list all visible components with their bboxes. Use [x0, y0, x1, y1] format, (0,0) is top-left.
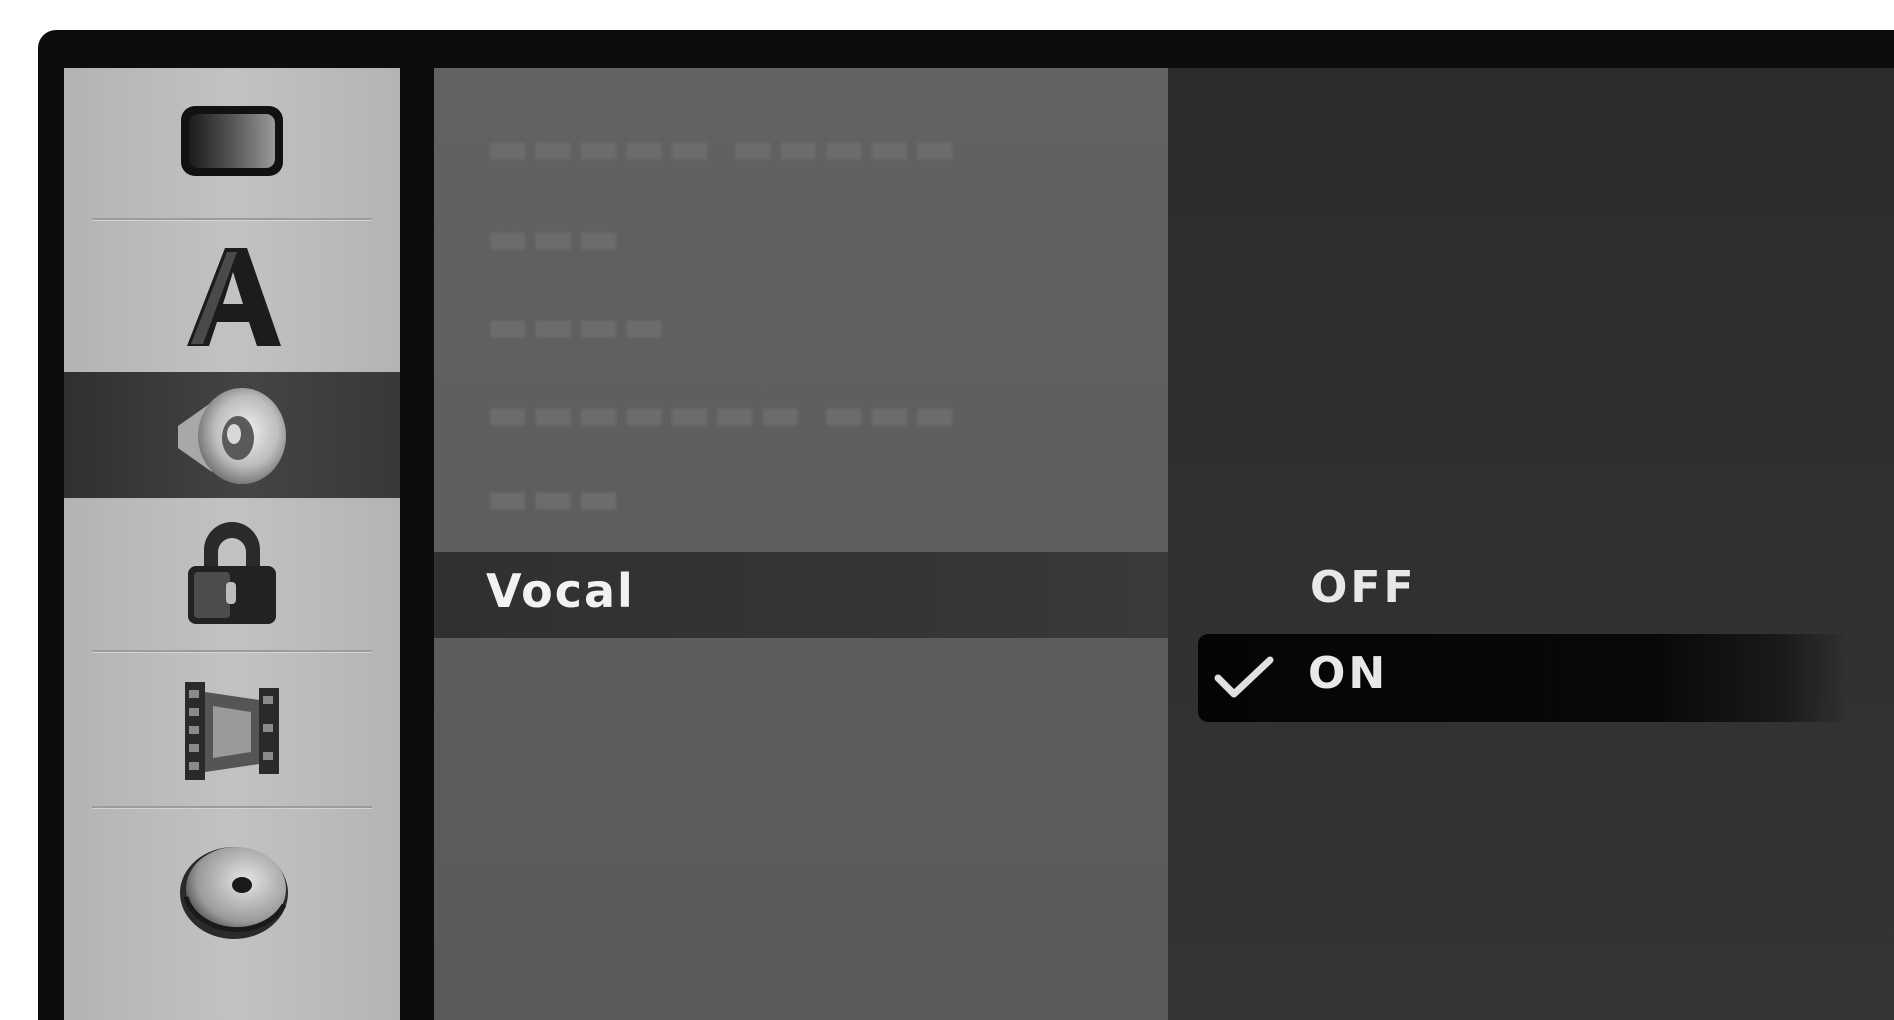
sidebar-divider	[92, 650, 372, 653]
sidebar-divider	[92, 218, 372, 221]
menu-item-1[interactable]: ▬▬▬▬▬ ▬▬▬▬▬	[486, 120, 959, 174]
option-on[interactable]: ON	[1198, 634, 1848, 722]
menu-item-2[interactable]: ▬▬▬	[486, 210, 622, 264]
option-on-label: ON	[1308, 648, 1389, 699]
checkmark-icon	[1214, 656, 1274, 698]
sidebar-divider	[92, 806, 372, 809]
option-value-panel	[1168, 68, 1894, 1020]
speaker-audio-icon	[178, 388, 286, 484]
tv-screen-icon	[181, 106, 283, 176]
menu-item-4[interactable]: ▬▬▬▬▬▬▬ ▬▬▬	[486, 386, 959, 440]
option-off[interactable]: OFF	[1310, 562, 1417, 613]
settings-list-panel: ▬▬▬▬▬ ▬▬▬▬▬ ▬▬▬ ▬▬▬▬ ▬▬▬▬▬▬▬ ▬▬▬ ▬▬▬	[434, 68, 1168, 1020]
film-recording-icon	[185, 682, 279, 780]
category-item-lock[interactable]	[64, 498, 400, 648]
category-sidebar	[64, 68, 400, 1020]
category-item-audio[interactable]	[64, 372, 400, 498]
dvd-setup-menu: ▬▬▬▬▬ ▬▬▬▬▬ ▬▬▬ ▬▬▬▬ ▬▬▬▬▬▬▬ ▬▬▬ ▬▬▬ Voc…	[38, 30, 1894, 1020]
lock-icon	[188, 522, 276, 624]
menu-item-3[interactable]: ▬▬▬▬	[486, 298, 668, 352]
menu-item-vocal-label: Vocal	[486, 564, 635, 618]
category-item-display[interactable]	[64, 68, 400, 216]
disc-icon	[180, 847, 288, 939]
category-item-disc[interactable]	[64, 810, 400, 970]
language-a-icon	[187, 248, 281, 346]
category-item-recording[interactable]	[64, 654, 400, 804]
menu-item-5[interactable]: ▬▬▬	[486, 470, 622, 524]
category-item-language[interactable]	[64, 222, 400, 372]
menu-item-vocal[interactable]: Vocal	[434, 552, 1234, 638]
